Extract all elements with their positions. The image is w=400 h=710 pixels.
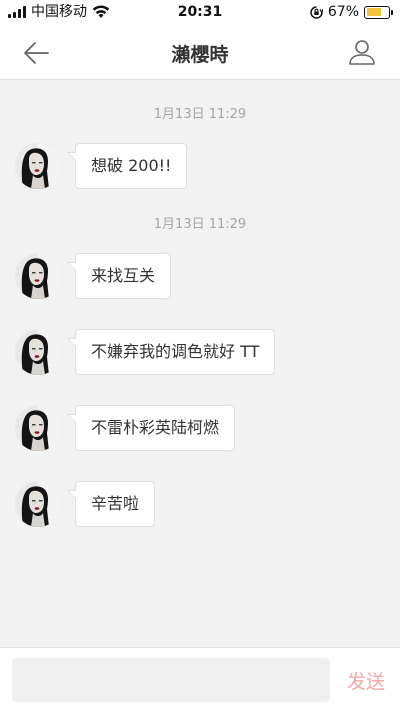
status-bar: 中国移动 20:31 67% — [0, 0, 400, 26]
status-right: 67% — [310, 4, 393, 20]
message-input[interactable] — [12, 658, 330, 702]
profile-button[interactable] — [348, 38, 376, 66]
avatar[interactable] — [15, 405, 61, 451]
battery-percent: 67% — [327, 4, 359, 20]
message-bubble[interactable]: 辛苦啦 — [66, 481, 156, 527]
battery-icon — [364, 5, 393, 19]
chat-header: 瀨櫻時 — [0, 26, 400, 80]
send-button[interactable]: 发送 — [338, 658, 394, 702]
message-bubble[interactable]: 不雷朴彩英陆柯燃 — [66, 405, 236, 451]
timestamp: 1月13日 11:29 — [153, 217, 247, 232]
carrier-name: 中国移动 — [31, 4, 87, 20]
rotation-lock-icon — [310, 5, 323, 19]
status-left: 中国移动 — [8, 4, 110, 20]
arrow-left-icon — [24, 42, 49, 64]
message-bubble[interactable]: 想破 200!! — [66, 143, 188, 189]
page-title: 瀨櫻時 — [171, 44, 229, 66]
message-bubble[interactable]: 不嫌弃我的调色就好 TT — [66, 329, 276, 375]
wifi-icon — [92, 5, 110, 18]
avatar[interactable] — [15, 253, 61, 299]
avatar[interactable] — [15, 143, 61, 189]
avatar[interactable] — [15, 481, 61, 527]
timestamp: 1月13日 11:29 — [153, 107, 247, 122]
user-icon — [349, 40, 375, 65]
avatar[interactable] — [15, 329, 61, 375]
message-input-bar: 发送 — [0, 647, 400, 710]
signal-icon — [8, 6, 26, 18]
battery-fill — [366, 8, 381, 16]
message-bubble[interactable]: 来找互关 — [66, 253, 172, 299]
chat-area[interactable]: 1月13日 11:29 想破 200!! 1月13日 11:29 来找互关 不嫌… — [0, 81, 400, 647]
back-button[interactable] — [22, 40, 50, 66]
